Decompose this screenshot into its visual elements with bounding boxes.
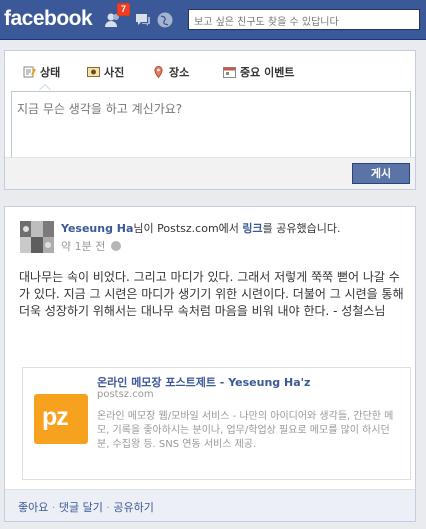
facebook-logo[interactable]: facebook	[4, 7, 93, 31]
story-actions: 좋아요 · 댓글 달기 · 공유하기	[5, 489, 415, 521]
author-avatar[interactable]	[20, 221, 54, 253]
messages-icon[interactable]	[134, 11, 152, 29]
tab-life-event[interactable]: 중요 이벤트	[223, 64, 294, 80]
photo-icon	[87, 66, 100, 78]
story-meta: 약 1분 전	[61, 238, 122, 254]
story-headline: Yeseung Ha님이 Postsz.com에서 링크를 공유했습니다.	[61, 222, 411, 236]
comment-link[interactable]: 댓글 달기	[59, 501, 103, 514]
tab-life-event-label: 중요 이벤트	[240, 66, 295, 79]
status-placeholder: 지금 무슨 생각을 하고 계신가요?	[17, 102, 183, 116]
postsz-logo-text: pz	[42, 403, 69, 431]
active-tab-caret	[39, 84, 51, 90]
tab-photo[interactable]: 사진	[87, 64, 124, 80]
story-message: 대나무는 속이 비었다. 그리고 마디가 있다. 그래서 저렇게 쭉쭉 뻗어 나…	[19, 270, 404, 318]
like-link[interactable]: 좋아요	[18, 501, 48, 514]
author-name-link[interactable]: Yeseung Ha	[61, 222, 133, 235]
tab-photo-label: 사진	[104, 66, 125, 79]
attachment-description: 온라인 메모장 웹/모바일 서비스 - 나만의 아이디어와 생각들, 간단한 메…	[97, 411, 394, 450]
headline-text: 님이 Postsz.com에서	[133, 222, 243, 235]
share-link[interactable]: 공유하기	[113, 501, 153, 514]
notification-badge: 7	[117, 3, 131, 16]
shared-link[interactable]: 링크	[242, 222, 262, 235]
public-globe-icon[interactable]	[111, 241, 122, 251]
composer-footer: 게시	[5, 157, 415, 189]
post-button[interactable]: 게시	[352, 163, 410, 184]
tab-status-label: 상태	[40, 66, 61, 79]
notifications-globe-icon[interactable]	[156, 11, 174, 29]
tab-status[interactable]: 상태	[23, 64, 60, 80]
postsz-logo[interactable]: pz	[34, 394, 88, 444]
search-placeholder: 보고 싶은 친구도 찾을 수 있답니다	[194, 17, 339, 28]
place-pin-icon	[152, 65, 165, 79]
composer-tabs: 상태 사진 장소 중요 이벤트	[5, 51, 415, 91]
tab-place-label: 장소	[169, 66, 190, 79]
separator: ·	[102, 501, 114, 514]
top-bar: facebook 7 보고 싶은 친구도 찾을 수 있답니다	[0, 0, 426, 40]
headline-end-text: 를 공유했습니다.	[262, 222, 341, 235]
status-icon	[23, 66, 36, 78]
tab-place[interactable]: 장소	[152, 64, 189, 80]
status-composer: 상태 사진 장소 중요 이벤트 지금 무슨 생각을 하고 계신가요? 게시	[4, 50, 416, 190]
separator: ·	[48, 501, 59, 514]
link-attachment[interactable]: pz 온라인 메모장 포스트제트 - Yeseung Ha'z postsz.c…	[22, 367, 411, 480]
life-event-icon	[223, 66, 236, 78]
attachment-title[interactable]: 온라인 메모장 포스트제트 - Yeseung Ha'z	[97, 374, 310, 390]
attachment-domain: postsz.com	[97, 389, 154, 400]
timestamp-link[interactable]: 약 1분 전	[61, 238, 105, 254]
feed-story: Yeseung Ha님이 Postsz.com에서 링크를 공유했습니다. 약 …	[4, 206, 416, 522]
search-input[interactable]: 보고 싶은 친구도 찾을 수 있답니다	[188, 9, 420, 30]
